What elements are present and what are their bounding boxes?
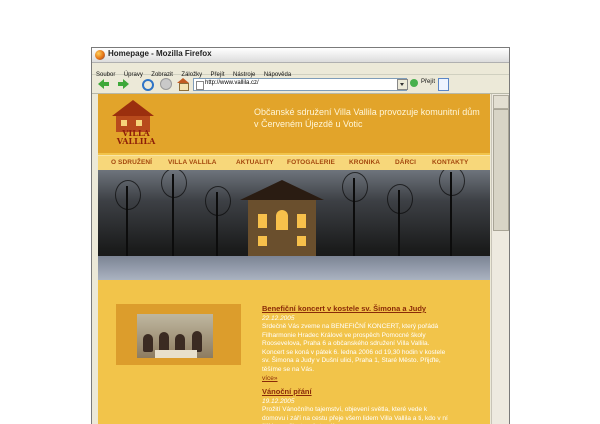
villa-window <box>276 210 288 230</box>
site-header: VILLA VALLILA Občanské sdružení Villa Va… <box>98 94 490 153</box>
nav-o-sdruzeni[interactable]: O SDRUŽENÍ <box>111 159 152 166</box>
nav-villa-vallila[interactable]: VILLA VALLILA <box>168 159 217 166</box>
site-tagline: Občanské sdružení Villa Vallila provozuj… <box>254 107 480 129</box>
table <box>155 350 197 358</box>
news-date: 22.12.2005 <box>262 315 295 322</box>
firefox-icon <box>95 50 105 60</box>
scrollbar-thumb[interactable] <box>493 109 509 231</box>
logo-roof <box>112 100 154 116</box>
news-list: Benefiční koncert v kostele sv. Šimona a… <box>262 304 452 424</box>
villa-roof <box>240 180 324 200</box>
nav-darci[interactable]: DÁRCI <box>395 159 416 166</box>
navigation-toolbar: http://www.vallila.cz/ Přejít <box>92 75 509 94</box>
reload-icon[interactable] <box>142 79 154 91</box>
nav-fotogalerie[interactable]: FOTOGALERIE <box>287 159 335 166</box>
site-nav: O SDRUŽENÍ VILLA VALLILA AKTUALITY FOTOG… <box>98 155 490 170</box>
person-figure <box>159 332 169 352</box>
villa-window <box>297 236 306 246</box>
villa-window <box>297 214 306 228</box>
villa-winter-photo <box>98 170 490 280</box>
vertical-scrollbar[interactable] <box>491 94 509 424</box>
person-figure <box>192 331 202 352</box>
search-engine-icon[interactable] <box>438 78 449 91</box>
menu-bar: Soubor Úpravy Zobrazit Záložky Přejít Ná… <box>92 63 509 78</box>
news-photo[interactable] <box>137 314 213 358</box>
tree <box>205 186 231 256</box>
nav-kontakty[interactable]: KONTAKTY <box>432 159 468 166</box>
forward-arrow-icon[interactable] <box>118 78 130 90</box>
news-title-link[interactable]: Vánoční přání <box>262 387 452 397</box>
tree <box>387 184 413 256</box>
news-title-link[interactable]: Benefiční koncert v kostele sv. Šimona a… <box>262 304 452 314</box>
person-figure <box>143 334 153 352</box>
url-text[interactable]: http://www.vallila.cz/ <box>205 80 259 86</box>
back-arrow-icon[interactable] <box>98 78 110 90</box>
go-icon[interactable] <box>410 79 418 87</box>
scroll-up-button[interactable] <box>493 95 509 109</box>
window-title: Homepage - Mozilla Firefox <box>108 49 212 58</box>
news-body: Srdečně Vás zveme na BENEFIČNÍ KONCERT, … <box>262 323 446 373</box>
nav-kronika[interactable]: KRONIKA <box>349 159 380 166</box>
villa-window <box>258 236 267 246</box>
tree <box>342 172 368 256</box>
site-logo[interactable]: VILLA VALLILA <box>110 100 160 146</box>
address-bar[interactable]: http://www.vallila.cz/ <box>193 78 407 91</box>
tree <box>161 170 187 256</box>
villa-window <box>258 214 267 228</box>
news-more-link[interactable]: více» <box>262 374 452 383</box>
browser-window: Homepage - Mozilla Firefox Soubor Úpravy… <box>91 47 510 424</box>
go-button-label[interactable]: Přejít <box>421 79 435 85</box>
page-content: VILLA VALLILA Občanské sdružení Villa Va… <box>98 94 490 424</box>
logo-text: VILLA VALLILA <box>116 128 156 146</box>
tree <box>115 180 141 256</box>
main-section: Benefiční koncert v kostele sv. Šimona a… <box>98 282 490 424</box>
villa-building <box>248 200 316 256</box>
nav-aktuality[interactable]: AKTUALITY <box>236 159 274 166</box>
home-icon[interactable] <box>177 78 189 91</box>
history-dropdown-button[interactable] <box>397 79 408 90</box>
tree <box>439 170 465 256</box>
news-date: 19.12.2005 <box>262 398 295 405</box>
news-image-frame <box>116 304 241 365</box>
stop-icon[interactable] <box>160 78 172 90</box>
title-bar: Homepage - Mozilla Firefox <box>92 48 509 63</box>
page-icon <box>196 81 204 90</box>
snowy-ground <box>98 256 490 280</box>
news-body: Prožití Vánočního tajemství, objevení sv… <box>262 406 448 424</box>
